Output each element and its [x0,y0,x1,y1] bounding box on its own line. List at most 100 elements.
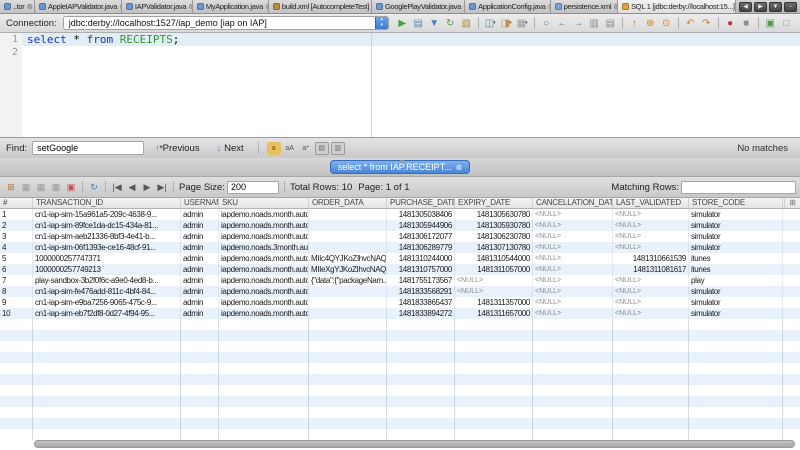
stop-macro-icon[interactable]: ■ [739,16,754,31]
keys-icon[interactable]: ⊕ [643,16,658,31]
table-cell[interactable]: 2 [0,220,33,231]
table-cell[interactable]: cn1-iap-sim-06f1393e-ce16-48cf-91... [33,242,181,253]
table-cell[interactable]: <NULL> [533,264,613,275]
next-page-icon[interactable]: ▶ [140,180,154,194]
table-cell[interactable]: <NULL> [533,220,613,231]
table-cell[interactable]: itunes [689,264,783,275]
table-cell[interactable]: iapdemo.noads.month.auto [219,308,309,319]
table-cell[interactable]: <NULL> [533,308,613,319]
undo-icon[interactable]: ↶ [683,16,698,31]
table-cell[interactable]: 8 [0,286,33,297]
editor-tab[interactable]: ApplicationConfig.java⊗ [465,0,551,13]
grid-view-icon[interactable]: ▦ [19,180,33,194]
table-cell[interactable]: admin [181,231,219,242]
editor-tab[interactable]: build.xml [AutocompleteTest]⊗ [269,0,372,13]
table-cell[interactable]: <NULL> [533,286,613,297]
table-cell[interactable]: 1481311357000 [455,297,533,308]
table-cell[interactable]: 1481310544000 [455,253,533,264]
record-macro-icon[interactable]: ● [723,16,738,31]
table-cell[interactable]: <NULL> [533,242,613,253]
table-cell[interactable]: 7 [0,275,33,286]
table-cell[interactable]: cn1-iap-sim-fe476add-811c-4bf4-84... [33,286,181,297]
table-row[interactable]: 10cn1-iap-sim-eb7f2df8-0d27-4f94-95...ad… [0,308,800,319]
editor-tab[interactable]: ..tor⊗ [0,0,35,13]
column-header[interactable]: USERNAME [181,198,219,208]
attach-icon[interactable]: □ [779,16,794,31]
table-cell[interactable]: 1481833568291 [387,286,455,297]
sql-editor[interactable]: 1 2 select * from RECEIPTS; [0,33,800,137]
table-cell[interactable]: iapdemo.noads.month.auto [219,264,309,275]
table-cell[interactable]: {"data":{"packageNam... [309,275,387,286]
save-statement-icon[interactable]: ▤ [603,16,618,31]
table-cell[interactable]: iapdemo.noads.month.auto [219,286,309,297]
table-cell[interactable]: 1481755173567 [387,275,455,286]
table-cell[interactable]: <NULL> [613,231,689,242]
table-cell[interactable]: <NULL> [613,220,689,231]
find-input[interactable] [33,143,158,153]
table-cell[interactable]: <NULL> [533,275,613,286]
table-cell[interactable]: <NULL> [613,308,689,319]
table-cell[interactable]: 1481833865437 [387,297,455,308]
redo-icon[interactable]: ↷ [699,16,714,31]
table-cell[interactable] [309,209,387,220]
table-cell[interactable]: cn1-iap-sim-15a961a5-209c-4638-9... [33,209,181,220]
column-header[interactable]: # [0,198,33,208]
tab-scroll-left-button[interactable]: ◀ [739,2,752,12]
find-combobox[interactable]: ▼ [32,141,144,155]
next-statement-icon[interactable]: → [571,16,586,31]
table-cell[interactable]: play-sandbox-3b2f0f6c-a9e0-4ed8-b... [33,275,181,286]
table-row[interactable]: 9cn1-iap-sim-e9ba7256-9065-475c-9...admi… [0,297,800,308]
table-cell[interactable]: admin [181,264,219,275]
splitter-grip-icon[interactable] [400,160,404,163]
table-cell[interactable]: <NULL> [533,253,613,264]
regex-icon[interactable]: a* [299,142,313,155]
wrap-search-toggle[interactable]: ▥ [331,142,345,155]
table-cell[interactable]: admin [181,209,219,220]
table-cell[interactable]: <NULL> [455,286,533,297]
matching-rows-input[interactable] [681,181,796,194]
table-cell[interactable]: <NULL> [533,231,613,242]
editor-tab[interactable]: AppleIAPValidator.java⊗ [35,0,122,13]
zoom-icon[interactable]: ○ [539,16,554,31]
table-cell[interactable]: 3 [0,231,33,242]
column-header[interactable]: ORDER_DATA [309,198,387,208]
table-cell[interactable]: 1000000257749213 [33,264,181,275]
table-cell[interactable]: MIIeXgYJKoZIhvcNAQc... [309,264,387,275]
table-cell[interactable]: 1000000257747371 [33,253,181,264]
table-cell[interactable]: iapdemo.noads.month.auto [219,220,309,231]
table-cell[interactable]: MIIc4QYJKoZIhvcNAQc... [309,253,387,264]
find-next-button[interactable]: ↓ Next [211,143,250,154]
table-cell[interactable]: 1481305930780 [455,220,533,231]
table-cell[interactable]: itunes [689,253,783,264]
table-cell[interactable]: admin [181,253,219,264]
editor-tab[interactable]: IAPValidator.java⊗ [122,0,193,13]
table-cell[interactable]: 9 [0,297,33,308]
close-tab-icon[interactable]: ⊗ [26,2,32,11]
table-row[interactable]: 61000000257749213adminiapdemo.noads.mont… [0,264,800,275]
table-cell[interactable]: simulator [689,242,783,253]
table-cell[interactable]: 1481310661539 [613,253,689,264]
first-page-icon[interactable]: |◀ [110,180,124,194]
table-cell[interactable]: 6 [0,264,33,275]
table-cell[interactable]: 5 [0,253,33,264]
table-cell[interactable]: admin [181,308,219,319]
table-cell[interactable]: <NULL> [613,286,689,297]
filter-icon[interactable]: ▼ [427,16,442,31]
table-cell[interactable]: iapdemo.noads.month.auto [219,275,309,286]
table-cell[interactable]: iapdemo.noads.month.auto [219,253,309,264]
editor-tab[interactable]: MyApplication.java⊗ [193,0,269,13]
column-picker-icon[interactable]: ⊞ [784,198,800,208]
table-cell[interactable]: admin [181,275,219,286]
table-row[interactable]: 8cn1-iap-sim-fe476add-811c-4bf4-84...adm… [0,286,800,297]
table-cell[interactable]: <NULL> [613,242,689,253]
column-header[interactable]: SKU [219,198,309,208]
match-case-icon[interactable]: aA [283,142,297,155]
table-cell[interactable]: 1481306289779 [387,242,455,253]
table-cell[interactable]: iapdemo.noads.month.auto [219,231,309,242]
table-cell[interactable]: admin [181,220,219,231]
table-cell[interactable]: iapdemo.noads.month.auto [219,209,309,220]
table-cell[interactable] [309,308,387,319]
prev-page-icon[interactable]: ◀ [125,180,139,194]
table-cell[interactable]: 1481311081617 [613,264,689,275]
table-cell[interactable]: 1481311057000 [455,264,533,275]
